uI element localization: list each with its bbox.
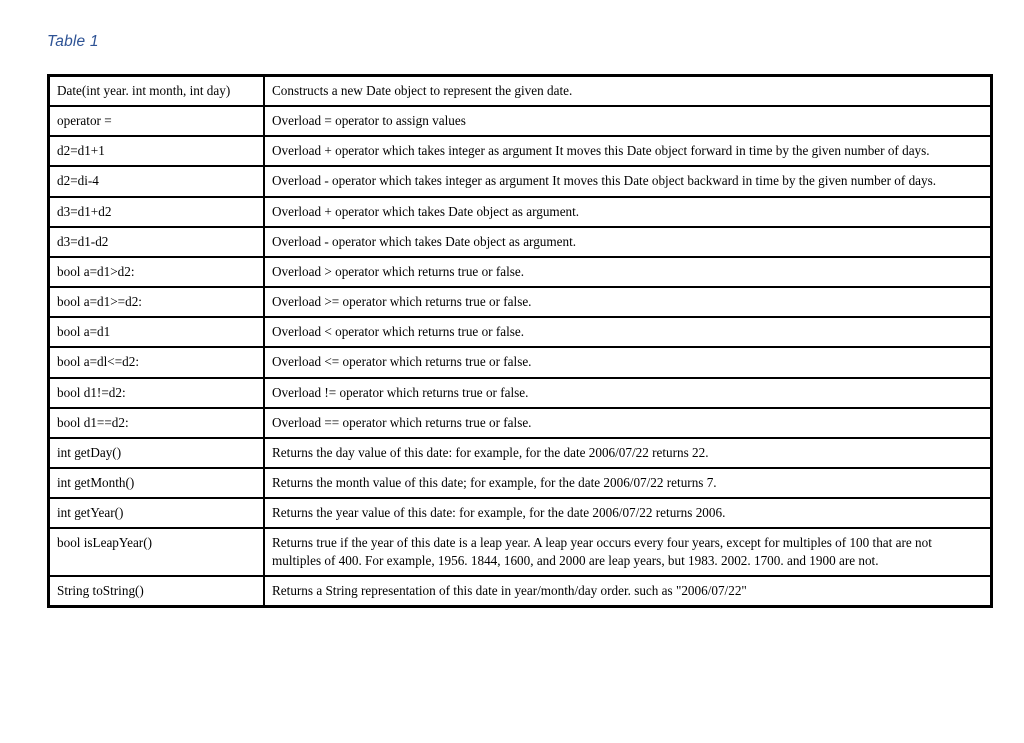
method-description-cell: Returns a String representation of this … — [263, 574, 993, 608]
table-row: bool isLeapYear() Returns true if the yea… — [47, 527, 993, 577]
method-description-cell: Overload != operator which returns true … — [263, 376, 993, 409]
method-signature-cell: bool d1==d2: — [47, 406, 265, 439]
method-description-cell: Returns the month value of this date; fo… — [263, 467, 993, 500]
method-signature-cell: bool a=d1>=d2: — [47, 286, 265, 319]
method-description-cell: Constructs a new Date object to represen… — [263, 74, 993, 108]
table-row: bool a=dl<=d2: Overload <= operator which… — [47, 346, 993, 379]
method-description-cell: Overload >= operator which returns true … — [263, 286, 993, 319]
method-description-cell: Overload = operator to assign values — [263, 105, 993, 138]
method-description-cell: Overload == operator which returns true … — [263, 406, 993, 439]
table-row: int getYear() Returns the year value of t… — [47, 497, 993, 530]
method-signature-cell: int getDay() — [47, 436, 265, 470]
date-class-api-table: Date(int year. int month, int day) Constr… — [47, 74, 993, 608]
table-caption: Table 1 — [47, 33, 99, 50]
method-description-cell: Returns the year value of this date: for… — [263, 497, 993, 530]
method-description-cell: Overload < operator which returns true o… — [263, 316, 993, 349]
table-row: operator = Overload = operator to assign … — [47, 105, 993, 138]
table-row: int getDay() Returns the day value of thi… — [47, 436, 993, 470]
method-signature-cell: bool d1!=d2: — [47, 376, 265, 409]
document-page: Table 1 Date(int year. int month, int da… — [0, 0, 1024, 743]
method-description-cell: Returns true if the year of this date is… — [263, 527, 993, 577]
method-signature-cell: Date(int year. int month, int day) — [47, 74, 265, 108]
method-signature-cell: int getMonth() — [47, 467, 265, 500]
table-row: bool d1==d2: Overload == operator which r… — [47, 406, 993, 439]
method-description-cell: Overload <= operator which returns true … — [263, 346, 993, 379]
table-row: bool a=d1>d2: Overload > operator which r… — [47, 255, 993, 289]
table-row: d3=d1+d2 Overload + operator which takes … — [47, 195, 993, 228]
method-signature-cell: bool a=d1 — [47, 316, 265, 349]
method-description-cell: Overload > operator which returns true o… — [263, 255, 993, 289]
method-signature-cell: bool a=dl<=d2: — [47, 346, 265, 379]
method-signature-cell: d2=d1+1 — [47, 135, 265, 168]
table-row: bool a=d1>=d2: Overload >= operator which… — [47, 286, 993, 319]
method-signature-cell: int getYear() — [47, 497, 265, 530]
method-signature-cell: bool isLeapYear() — [47, 527, 265, 577]
table-row: d2=d1+1 Overload + operator which takes i… — [47, 135, 993, 168]
method-signature-cell: d2=di-4 — [47, 165, 265, 198]
table-row: Date(int year. int month, int day) Constr… — [47, 74, 993, 108]
method-signature-cell: String toString() — [47, 574, 265, 608]
table-row: String toString() Returns a String repres… — [47, 574, 993, 608]
table-body: Date(int year. int month, int day) Constr… — [47, 74, 993, 608]
table-row: bool d1!=d2: Overload != operator which r… — [47, 376, 993, 409]
method-description-cell: Overload - operator which takes integer … — [263, 165, 993, 198]
method-signature-cell: bool a=d1>d2: — [47, 255, 265, 289]
method-description-cell: Overload + operator which takes integer … — [263, 135, 993, 168]
method-signature-cell: d3=d1-d2 — [47, 225, 265, 258]
method-signature-cell: d3=d1+d2 — [47, 195, 265, 228]
table-row: int getMonth() Returns the month value of… — [47, 467, 993, 500]
method-description-cell: Overload + operator which takes Date obj… — [263, 195, 993, 228]
method-description-cell: Returns the day value of this date: for … — [263, 436, 993, 470]
table-row: d3=d1-d2 Overload - operator which takes … — [47, 225, 993, 258]
method-signature-cell: operator = — [47, 105, 265, 138]
method-description-cell: Overload - operator which takes Date obj… — [263, 225, 993, 258]
table-row: bool a=d1 Overload < operator which retur… — [47, 316, 993, 349]
table-row: d2=di-4 Overload - operator which takes i… — [47, 165, 993, 198]
